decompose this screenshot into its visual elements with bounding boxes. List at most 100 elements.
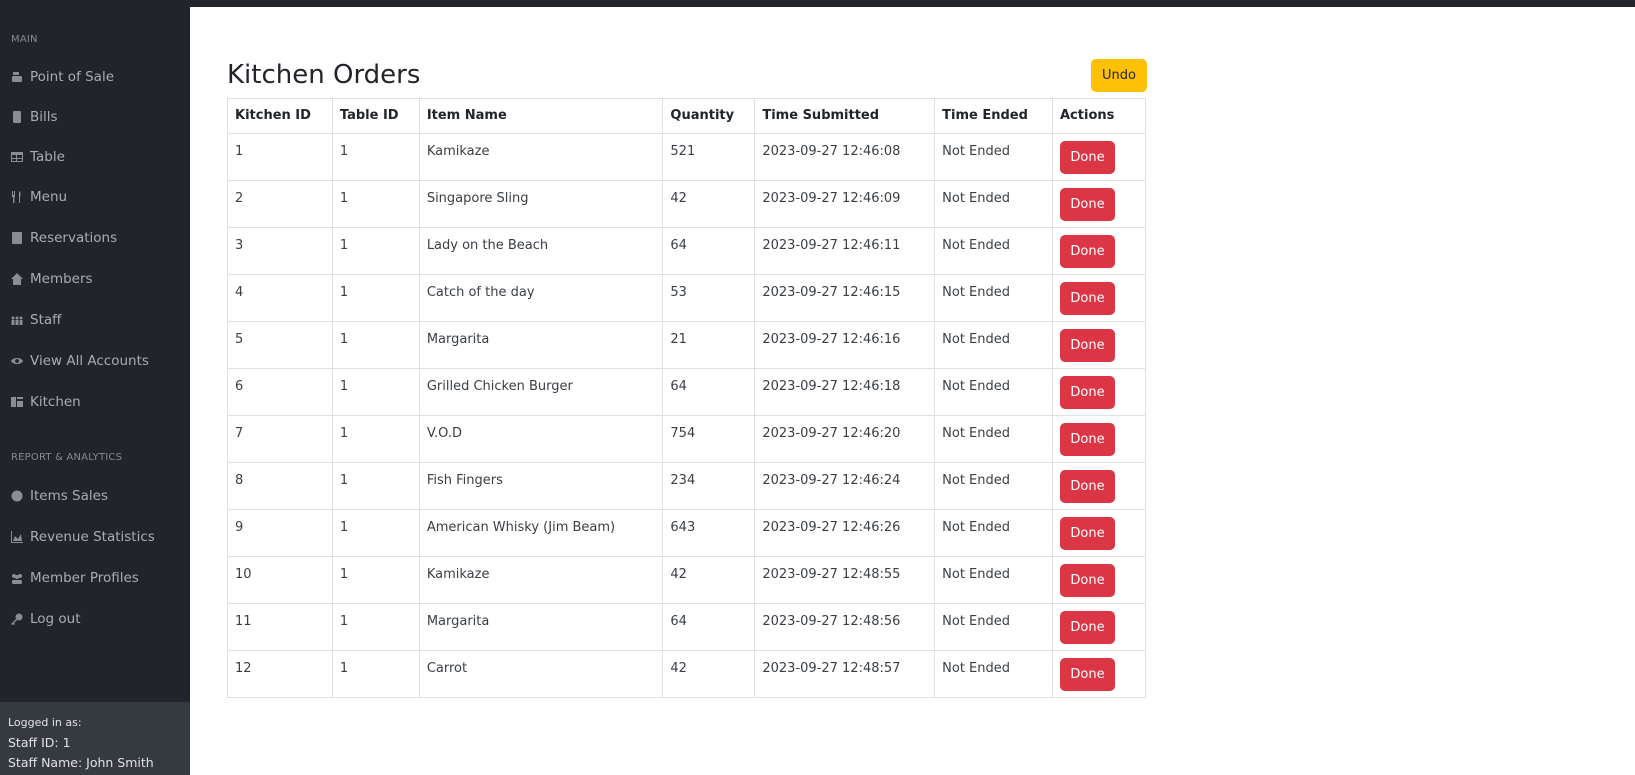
cell-item-name: Lady on the Beach [418, 227, 664, 275]
cell-kitchen-id: 5 [227, 321, 333, 369]
kitchen-orders-table: Kitchen ID Table ID Item Name Quantity T… [227, 98, 1146, 698]
cell-table-id: 1 [331, 415, 420, 463]
cell-actions: Done [1052, 462, 1146, 510]
cell-table-id: 1 [331, 180, 420, 228]
sidebar-item-log-out[interactable]: Log out [11, 607, 181, 631]
table-row: 2 1 Singapore Sling 42 2023-09-27 12:46:09 No… [227, 180, 1146, 228]
cell-item-name: Margarita [418, 321, 664, 369]
cell-time-ended: Not Ended [934, 650, 1053, 698]
cell-time-ended: Not Ended [934, 321, 1053, 369]
table-row: 1 1 Kamikaze 521 2023-09-27 12:46:08 Not Ende… [227, 133, 1146, 181]
receipt-icon [13, 111, 21, 123]
sidebar-item-point-of-sale[interactable]: Point of Sale [11, 65, 181, 89]
table-row: 3 1 Lady on the Beach 64 2023-09-27 12:46:11… [227, 227, 1146, 275]
column-header-kitchen-id: Kitchen ID [227, 98, 333, 134]
done-button[interactable]: Done [1060, 188, 1115, 221]
cell-actions: Done [1052, 603, 1146, 651]
table-row: 10 1 Kamikaze 42 2023-09-27 12:48:55 Not Ende… [227, 556, 1146, 604]
table-header-row: Kitchen ID Table ID Item Name Quantity T… [227, 98, 1146, 134]
cell-item-name: V.O.D [418, 415, 664, 463]
cell-actions: Done [1052, 274, 1146, 322]
cell-time-ended: Not Ended [934, 509, 1053, 557]
sidebar-item-view-all-accounts[interactable]: View All Accounts [11, 349, 181, 373]
table-row: 12 1 Carrot 42 2023-09-27 12:48:57 Not Ended D… [227, 650, 1146, 698]
cell-time-ended: Not Ended [934, 180, 1053, 228]
done-button[interactable]: Done [1060, 611, 1115, 644]
cell-actions: Done [1052, 133, 1146, 181]
key-icon [11, 613, 23, 625]
sidebar-item-member-profiles[interactable]: Member Profiles [11, 566, 181, 590]
done-button[interactable]: Done [1060, 658, 1115, 691]
cell-quantity: 64 [662, 227, 756, 275]
main-content: Kitchen Orders Undo Kitchen ID Table ID … [190, 7, 1635, 775]
cell-item-name: Margarita [418, 603, 664, 651]
book-icon [12, 232, 22, 244]
cell-quantity: 42 [662, 650, 756, 698]
cell-time-submitted: 2023-09-27 12:46:08 [754, 133, 936, 181]
sidebar-item-menu[interactable]: Menu [11, 185, 181, 209]
sidebar-item-label: Kitchen [30, 394, 81, 410]
sidebar-item-label: Items Sales [30, 488, 108, 504]
eye-icon [11, 358, 23, 364]
undo-button[interactable]: Undo [1091, 59, 1147, 92]
cell-time-ended: Not Ended [934, 368, 1053, 416]
done-button[interactable]: Done [1060, 423, 1115, 456]
cell-table-id: 1 [331, 650, 420, 698]
cell-table-id: 1 [331, 462, 420, 510]
home-user-icon [11, 273, 23, 285]
sidebar-item-kitchen[interactable]: Kitchen [11, 390, 181, 414]
cell-actions: Done [1052, 415, 1146, 463]
cell-quantity: 521 [662, 133, 756, 181]
done-button[interactable]: Done [1060, 329, 1115, 362]
sidebar-item-bills[interactable]: Bills [11, 105, 181, 129]
cell-time-submitted: 2023-09-27 12:46:18 [754, 368, 936, 416]
cell-time-submitted: 2023-09-27 12:46:15 [754, 274, 936, 322]
sidebar-item-label: Reservations [30, 230, 118, 246]
cell-kitchen-id: 7 [227, 415, 333, 463]
sidebar-item-members[interactable]: Members [11, 267, 181, 291]
page-title: Kitchen Orders [227, 60, 421, 90]
done-button[interactable]: Done [1060, 564, 1115, 597]
pie-chart-icon [11, 490, 23, 502]
cell-kitchen-id: 4 [227, 274, 333, 322]
done-button[interactable]: Done [1060, 470, 1115, 503]
cash-register-icon [12, 72, 22, 82]
column-header-time-submitted: Time Submitted [754, 98, 936, 134]
done-button[interactable]: Done [1060, 141, 1115, 174]
sidebar-item-label: Table [30, 149, 65, 165]
cell-kitchen-id: 1 [227, 133, 333, 181]
done-button[interactable]: Done [1060, 235, 1115, 268]
sidebar-item-table[interactable]: Table [11, 145, 181, 169]
sidebar-footer: Logged in as: Staff ID: 1 Staff Name: Jo… [0, 702, 190, 775]
done-button[interactable]: Done [1060, 376, 1115, 409]
sidebar-item-label: Log out [30, 611, 81, 627]
cell-table-id: 1 [331, 227, 420, 275]
cell-quantity: 53 [662, 274, 756, 322]
cell-quantity: 42 [662, 180, 756, 228]
cell-kitchen-id: 6 [227, 368, 333, 416]
sidebar-item-reservations[interactable]: Reservations [11, 226, 181, 250]
utensils-icon [12, 191, 21, 203]
done-button[interactable]: Done [1060, 282, 1115, 315]
table-row: 7 1 V.O.D 754 2023-09-27 12:46:20 Not Ended Do… [227, 415, 1146, 463]
sidebar-item-revenue-statistics[interactable]: Revenue Statistics [11, 525, 181, 549]
cell-time-submitted: 2023-09-27 12:46:16 [754, 321, 936, 369]
cell-time-submitted: 2023-09-27 12:48:55 [754, 556, 936, 604]
cell-kitchen-id: 12 [227, 650, 333, 698]
done-button[interactable]: Done [1060, 517, 1115, 550]
cell-item-name: Grilled Chicken Burger [418, 368, 664, 416]
cell-item-name: Fish Fingers [418, 462, 664, 510]
cell-time-submitted: 2023-09-27 12:46:26 [754, 509, 936, 557]
sidebar-item-staff[interactable]: Staff [11, 308, 181, 332]
cell-quantity: 21 [662, 321, 756, 369]
cell-item-name: Carrot [418, 650, 664, 698]
cell-quantity: 42 [662, 556, 756, 604]
cell-quantity: 643 [662, 509, 756, 557]
cell-kitchen-id: 9 [227, 509, 333, 557]
column-header-item-name: Item Name [418, 98, 664, 134]
sidebar-item-label: Staff [30, 312, 62, 328]
table-row: 5 1 Margarita 21 2023-09-27 12:46:16 Not Ende… [227, 321, 1146, 369]
cell-time-ended: Not Ended [934, 133, 1053, 181]
column-header-actions: Actions [1052, 98, 1146, 134]
sidebar-item-items-sales[interactable]: Items Sales [11, 484, 181, 508]
